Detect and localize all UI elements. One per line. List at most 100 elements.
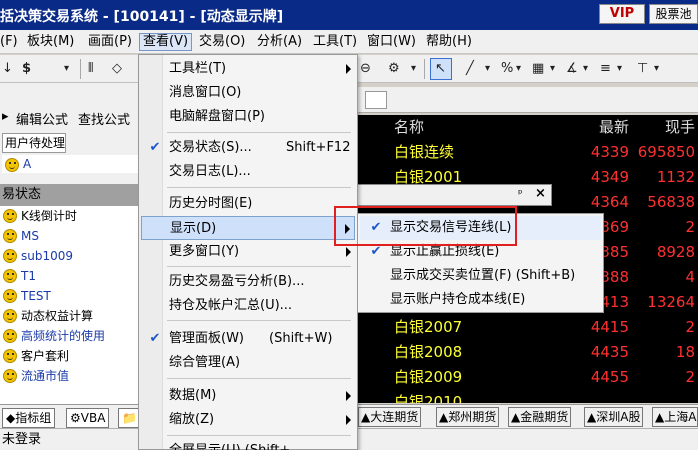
list-item-label: MS xyxy=(21,229,39,243)
list-item[interactable]: TEST xyxy=(0,286,138,306)
menu-item-display[interactable]: 显示(D) xyxy=(141,216,355,240)
chevron-down-icon[interactable]: ▾ xyxy=(583,60,588,78)
menu-view[interactable]: 查看(V) xyxy=(139,33,193,51)
chevron-down-icon[interactable]: ▾ xyxy=(617,60,622,78)
chart-tab-strip xyxy=(357,87,698,113)
menu-item-label: 综合管理(A) xyxy=(169,355,241,370)
menu-file[interactable]: (F) xyxy=(0,33,18,51)
stock-pool-button[interactable]: 股票池 xyxy=(649,4,698,24)
menu-item-fill-positions[interactable]: 显示成交买卖位置(F) (Shift+B) xyxy=(360,264,601,288)
list-item[interactable]: 流通市值 xyxy=(0,366,138,386)
table-row[interactable]: 白银2010 xyxy=(357,390,698,403)
tab-label: 指标组 xyxy=(15,411,52,425)
zoom-out-icon[interactable]: ⊖ xyxy=(360,60,371,78)
list-item[interactable]: MS xyxy=(0,226,138,246)
tab-vba[interactable]: ⚙VBA xyxy=(66,408,110,428)
last-price: 4339 xyxy=(590,143,629,161)
list-item[interactable]: 客户套利 xyxy=(0,346,138,366)
table-row[interactable]: 白银2009 4455 2 xyxy=(357,365,698,390)
list-item[interactable]: 高频统计的使用 xyxy=(0,326,138,346)
table-row[interactable]: 白银2008 4435 18 xyxy=(357,340,698,365)
diamond-icon[interactable]: ◇ xyxy=(112,60,122,78)
menu-item-position-summary[interactable]: 持仓及帐户汇总(U)... xyxy=(141,294,355,318)
tab-financial-futures[interactable]: ▲金融期货 xyxy=(508,407,572,427)
column-header-volume[interactable]: 现手 xyxy=(637,115,695,140)
current-volume: 8928 xyxy=(656,243,695,261)
cursor-icon[interactable]: ↖ xyxy=(435,60,446,78)
fibonacci-icon[interactable]: ≡ xyxy=(600,60,611,78)
table-row[interactable]: 白银2007 4415 2 xyxy=(357,315,698,340)
tab-label: VBA xyxy=(80,411,106,425)
menu-item-history-chart[interactable]: 历史分时图(E) xyxy=(141,192,355,216)
list-item[interactable]: sub1009 xyxy=(0,246,138,266)
text-tool-icon[interactable]: ⊤ xyxy=(637,60,648,78)
list-item-label: sub1009 xyxy=(21,249,74,263)
gear-icon[interactable]: ⚙ xyxy=(388,60,400,78)
chevron-down-icon[interactable]: ▾ xyxy=(64,60,69,78)
tab-dce-futures[interactable]: ▲大连期货 xyxy=(358,407,422,427)
tab-shanghai-a[interactable]: ▲上海A xyxy=(652,407,698,427)
tab-user-todo[interactable]: 用户待处理 xyxy=(2,133,66,153)
list-item[interactable]: 动态权益计算 xyxy=(0,306,138,326)
menu-item-cost-line[interactable]: 显示账户持仓成本线(E) xyxy=(360,288,601,312)
triangle-icon: ▲ xyxy=(655,410,665,424)
tab-shenzhen-a[interactable]: ▲深圳A股 xyxy=(584,407,644,427)
floating-window-titlebar[interactable]: ᵖ × xyxy=(357,184,552,206)
menu-item-message-window[interactable]: 消息窗口(O) xyxy=(141,81,355,105)
chevron-down-icon[interactable]: ▾ xyxy=(485,60,490,78)
menu-tools[interactable]: 工具(T) xyxy=(313,33,357,51)
candlestick-icon[interactable]: ⫴ xyxy=(88,60,93,78)
find-formula-button[interactable]: 查找公式 xyxy=(78,109,130,128)
percent-icon[interactable]: % xyxy=(501,60,513,78)
menu-analysis[interactable]: 分析(A) xyxy=(257,33,302,51)
menu-item-data[interactable]: 数据(M) xyxy=(141,384,355,408)
menu-item-analysis-window[interactable]: 电脑解盘窗口(P) xyxy=(141,105,355,129)
list-item[interactable]: T1 xyxy=(0,266,138,286)
close-icon[interactable]: × xyxy=(535,186,546,201)
menu-screen[interactable]: 画面(P) xyxy=(88,33,132,51)
menu-item-trade-log[interactable]: 交易日志(L)... xyxy=(141,160,355,184)
todo-item[interactable]: A xyxy=(2,155,138,173)
vba-icon: ⚙ xyxy=(70,411,81,425)
column-header-name[interactable]: 名称 xyxy=(394,115,424,140)
menu-item-management-panel[interactable]: ✔ 管理面板(W) (Shift+W) xyxy=(141,327,355,351)
menu-item-pnl-analysis[interactable]: 历史交易盈亏分析(B)... xyxy=(141,270,355,294)
chevron-down-icon[interactable]: ▾ xyxy=(411,60,416,78)
list-item[interactable]: K线倒计时 xyxy=(0,206,138,226)
menu-item-zoom[interactable]: 缩放(Z) xyxy=(141,408,355,432)
pin-icon[interactable]: ᵖ xyxy=(518,187,523,200)
dollar-icon[interactable]: $ xyxy=(22,60,31,78)
menu-trade[interactable]: 交易(O) xyxy=(199,33,245,51)
chevron-down-icon[interactable]: ▾ xyxy=(516,60,521,78)
menu-help[interactable]: 帮助(H) xyxy=(426,33,472,51)
smiley-icon xyxy=(3,349,17,363)
line-tool-icon[interactable]: ╱ xyxy=(466,60,474,78)
menu-sector[interactable]: 板块(M) xyxy=(27,33,74,51)
menu-item-fullscreen[interactable]: 全屏显示(U) (Shift+... xyxy=(141,439,355,450)
tab-czce-futures[interactable]: ▲郑州期货 xyxy=(436,407,500,427)
current-volume: 18 xyxy=(675,343,695,361)
menu-window[interactable]: 窗口(W) xyxy=(367,33,416,51)
check-icon: ✔ xyxy=(149,331,161,346)
chart-tab[interactable] xyxy=(365,91,387,109)
contract-name: 白银2009 xyxy=(394,368,463,386)
menu-item-label: 管理面板(W) xyxy=(169,331,244,346)
table-row[interactable]: 白银连续 4339 695850 xyxy=(357,140,698,165)
menu-item-trade-status[interactable]: ✔ 交易状态(S)... Shift+F12 xyxy=(141,136,355,160)
chevron-down-icon[interactable]: ▾ xyxy=(550,60,555,78)
chevron-down-icon[interactable]: ▾ xyxy=(654,60,659,78)
column-header-price[interactable]: 最新 xyxy=(577,115,629,140)
smiley-icon xyxy=(5,158,19,172)
vip-button[interactable]: VIP xyxy=(599,4,645,24)
menu-item-general-management[interactable]: 综合管理(A) xyxy=(141,351,355,375)
smiley-icon xyxy=(3,209,17,223)
download-icon[interactable]: ↓ xyxy=(2,60,13,78)
angle-tool-icon[interactable]: ∡ xyxy=(566,60,578,78)
grid-tool-icon[interactable]: ▦ xyxy=(532,60,544,78)
strategy-list: K线倒计时 MS sub1009 T1 TEST 动态权益计算 高频统计的使用 … xyxy=(0,206,138,406)
menu-item-toolbar[interactable]: 工具栏(T) xyxy=(141,57,355,81)
tab-indicator-group[interactable]: ◆指标组 xyxy=(2,408,56,428)
menu-item-more-windows[interactable]: 更多窗口(Y) xyxy=(141,240,355,264)
edit-formula-button[interactable]: 编辑公式 xyxy=(16,109,68,128)
tab-label: 郑州期货 xyxy=(448,410,497,424)
